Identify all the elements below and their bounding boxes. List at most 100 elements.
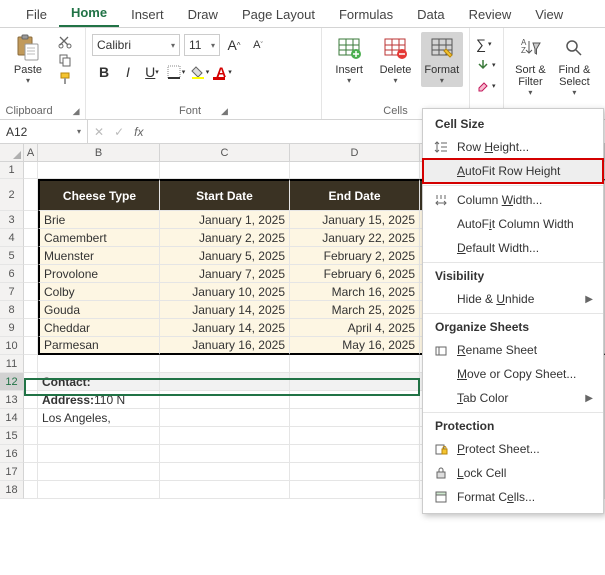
sort-filter-button[interactable]: AZ Sort & Filter▾ xyxy=(510,32,551,99)
increase-font-button[interactable]: A^ xyxy=(224,34,244,56)
fill-button[interactable]: ▾ xyxy=(476,55,496,75)
cell[interactable] xyxy=(290,445,420,463)
insert-cells-button[interactable]: Insert▾ xyxy=(328,32,370,87)
row-header-11[interactable]: 11 xyxy=(0,355,24,373)
cell[interactable] xyxy=(24,283,38,301)
cell[interactable] xyxy=(24,319,38,337)
tab-home[interactable]: Home xyxy=(59,0,119,27)
cell[interactable] xyxy=(24,247,38,265)
cell[interactable]: April 4, 2025 xyxy=(290,319,420,337)
cell[interactable]: Brie xyxy=(38,211,160,229)
cell[interactable] xyxy=(24,427,38,445)
cell[interactable] xyxy=(24,409,38,427)
name-box[interactable]: A12▾ xyxy=(0,120,88,143)
cell[interactable]: Provolone xyxy=(38,265,160,283)
font-color-button[interactable]: A▾ xyxy=(212,60,236,84)
cell[interactable]: May 16, 2025 xyxy=(290,337,420,355)
cell[interactable] xyxy=(160,391,290,409)
row-header-14[interactable]: 14 xyxy=(0,409,24,427)
cell[interactable] xyxy=(24,211,38,229)
cell[interactable] xyxy=(160,162,290,179)
menu-autofit-row-height[interactable]: AutoFit Row Height xyxy=(423,159,603,183)
cell[interactable]: Cheddar xyxy=(38,319,160,337)
cell[interactable] xyxy=(38,463,160,481)
cell[interactable]: Gouda xyxy=(38,301,160,319)
cut-button[interactable] xyxy=(56,34,74,50)
cell[interactable]: February 2, 2025 xyxy=(290,247,420,265)
cell[interactable]: Los Angeles, xyxy=(38,409,160,427)
tab-insert[interactable]: Insert xyxy=(119,2,176,27)
cell[interactable] xyxy=(160,445,290,463)
cell[interactable] xyxy=(38,481,160,499)
underline-button[interactable]: U▾ xyxy=(140,60,164,84)
tab-formulas[interactable]: Formulas xyxy=(327,2,405,27)
row-header-3[interactable]: 3 xyxy=(0,211,24,229)
cell[interactable]: Start Date xyxy=(160,179,290,211)
row-header-12[interactable]: 12 xyxy=(0,373,24,391)
cell[interactable] xyxy=(38,355,160,373)
menu-move-copy-sheet[interactable]: Move or Copy Sheet... xyxy=(423,362,603,386)
autosum-button[interactable]: ∑▾ xyxy=(476,34,496,54)
tab-page-layout[interactable]: Page Layout xyxy=(230,2,327,27)
select-all-corner[interactable] xyxy=(0,144,24,162)
row-header-8[interactable]: 8 xyxy=(0,301,24,319)
cell[interactable]: Parmesan xyxy=(38,337,160,355)
cell[interactable] xyxy=(290,355,420,373)
cell[interactable] xyxy=(290,409,420,427)
cell[interactable] xyxy=(38,427,160,445)
cell[interactable] xyxy=(24,481,38,499)
paste-button[interactable]: Paste ▾ xyxy=(6,32,50,87)
row-header-4[interactable]: 4 xyxy=(0,229,24,247)
row-header-1[interactable]: 1 xyxy=(0,162,24,179)
row-header-9[interactable]: 9 xyxy=(0,319,24,337)
clear-button[interactable]: ▾ xyxy=(476,76,496,96)
clipboard-launcher[interactable]: ◢ xyxy=(73,106,80,117)
cell[interactable] xyxy=(290,391,420,409)
cell[interactable] xyxy=(290,427,420,445)
cell[interactable] xyxy=(160,355,290,373)
col-header-A[interactable]: A xyxy=(24,144,38,162)
bold-button[interactable]: B xyxy=(92,60,116,84)
col-header-B[interactable]: B xyxy=(38,144,160,162)
cell[interactable]: January 5, 2025 xyxy=(160,247,290,265)
tab-draw[interactable]: Draw xyxy=(176,2,230,27)
cell[interactable]: January 2, 2025 xyxy=(160,229,290,247)
cell[interactable]: March 16, 2025 xyxy=(290,283,420,301)
menu-autofit-col-width[interactable]: AutoFit Column Width xyxy=(423,212,603,236)
cell[interactable] xyxy=(24,179,38,211)
cell[interactable]: Contact: xyxy=(38,373,160,391)
cell[interactable]: March 25, 2025 xyxy=(290,301,420,319)
row-header-6[interactable]: 6 xyxy=(0,265,24,283)
cell[interactable]: January 10, 2025 xyxy=(160,283,290,301)
row-header-10[interactable]: 10 xyxy=(0,337,24,355)
col-header-D[interactable]: D xyxy=(290,144,420,162)
cell[interactable] xyxy=(290,481,420,499)
cell[interactable] xyxy=(24,445,38,463)
find-select-button[interactable]: Find & Select▾ xyxy=(555,32,594,99)
menu-tab-color[interactable]: Tab Color▶ xyxy=(423,386,603,410)
tab-view[interactable]: View xyxy=(523,2,575,27)
cell[interactable] xyxy=(24,265,38,283)
border-button[interactable]: ▾ xyxy=(164,60,188,84)
cell[interactable] xyxy=(24,337,38,355)
row-header-16[interactable]: 16 xyxy=(0,445,24,463)
cell[interactable]: January 7, 2025 xyxy=(160,265,290,283)
cell[interactable]: January 14, 2025 xyxy=(160,319,290,337)
menu-column-width[interactable]: Column Width... xyxy=(423,188,603,212)
decrease-font-button[interactable]: Aˇ xyxy=(248,34,268,56)
italic-button[interactable]: I xyxy=(116,60,140,84)
font-name-select[interactable]: Calibri▾ xyxy=(92,34,180,56)
cell[interactable] xyxy=(24,229,38,247)
menu-rename-sheet[interactable]: Rename Sheet xyxy=(423,338,603,362)
delete-cells-button[interactable]: Delete▾ xyxy=(374,32,416,87)
menu-hide-unhide[interactable]: Hide & Unhide▶ xyxy=(423,287,603,311)
cell[interactable]: January 1, 2025 xyxy=(160,211,290,229)
menu-lock-cell[interactable]: Lock Cell xyxy=(423,461,603,485)
tab-data[interactable]: Data xyxy=(405,2,456,27)
cell[interactable]: January 22, 2025 xyxy=(290,229,420,247)
cell[interactable] xyxy=(160,427,290,445)
cell[interactable]: January 14, 2025 xyxy=(160,301,290,319)
row-header-15[interactable]: 15 xyxy=(0,427,24,445)
tab-review[interactable]: Review xyxy=(457,2,524,27)
row-header-18[interactable]: 18 xyxy=(0,481,24,499)
